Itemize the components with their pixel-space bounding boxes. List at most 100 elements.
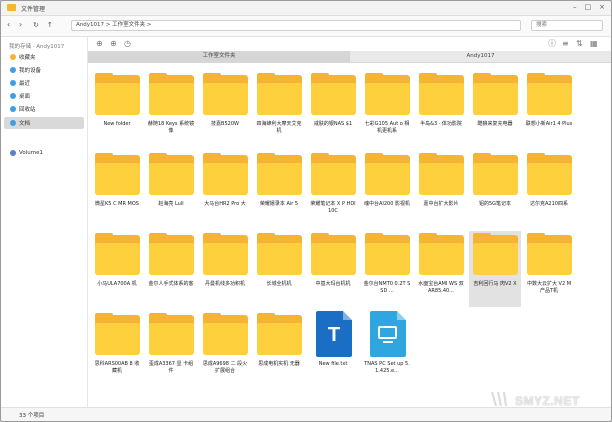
folder-item[interactable]: 思成A9698 二 段火扩展组合 xyxy=(199,311,251,387)
folder-item[interactable]: 中基大玛台机机 xyxy=(307,231,359,307)
disk-icon xyxy=(10,150,16,156)
sidebar-item-documents[interactable]: 文档 xyxy=(4,117,84,129)
folder-item[interactable]: 小马ULA700A 机 xyxy=(91,231,143,307)
file-name-label: 思成A9698 二 段火扩展组合 xyxy=(202,361,248,374)
sidebar-item-favorites[interactable]: 收藏夹 xyxy=(4,51,84,63)
file-name-label: 赵海亮 Lull xyxy=(158,201,184,207)
folder-item[interactable]: 咸肤的银NAS $1 xyxy=(307,71,359,147)
file-name-label: 酷狼来复充电器 xyxy=(477,121,513,127)
favorites-icon xyxy=(10,54,16,60)
folder-item[interactable]: 金尔人手式体系的客 xyxy=(145,231,197,307)
clock-icon[interactable]: ◷ xyxy=(124,39,131,49)
refresh-icon[interactable]: ↻ xyxy=(33,20,39,30)
folder-item[interactable]: 吉利回行马 肉V2 X xyxy=(469,231,521,307)
sidebar-item-label: Volume1 xyxy=(19,150,43,156)
folder-icon xyxy=(95,153,140,195)
tab-andy1017[interactable]: Andy1017 xyxy=(350,51,611,62)
folder-item[interactable]: 长城全机机 xyxy=(253,231,305,307)
folder-icon xyxy=(95,233,140,275)
add-icon[interactable]: ⊕ xyxy=(96,39,103,49)
sidebar-item-label: 回收站 xyxy=(19,107,36,113)
folder-item[interactable]: 铝的5G笔记本 xyxy=(469,151,521,227)
file-item[interactable]: TNAS PC Set up 5.1.425.e... xyxy=(361,311,413,387)
folder-item[interactable]: 技嘉B520W xyxy=(199,71,251,147)
file-name-label: 技嘉B520W xyxy=(211,121,239,127)
file-name-label: TNAS PC Set up 5.1.425.e... xyxy=(364,361,410,374)
folder-icon xyxy=(203,313,248,355)
sidebar-item-label: 最近 xyxy=(19,81,31,87)
folder-icon xyxy=(527,233,572,275)
folder-item[interactable]: 思成电机实机 无器 xyxy=(253,311,305,387)
desktop-icon xyxy=(10,93,16,99)
sort-icon[interactable]: ⇅ xyxy=(576,39,583,49)
up-arrow-icon[interactable]: ↑ xyxy=(47,20,53,30)
folder-item[interactable]: New folder xyxy=(91,71,143,147)
folder-icon xyxy=(257,233,302,275)
file-name-label: 赫随18 Keys 系统镜像 xyxy=(147,121,195,134)
sidebar-item-label: 文档 xyxy=(19,121,31,127)
folder-item[interactable]: 半岛&3 · 体功影院 xyxy=(415,71,467,147)
folder-icon xyxy=(203,233,248,275)
folder-icon xyxy=(419,73,464,115)
folder-item[interactable]: 七彩G105 Aut o 相机更机系 xyxy=(361,71,413,147)
maximize-icon[interactable]: □ xyxy=(585,4,592,11)
sidebar-item-my-device[interactable]: 我的设备 xyxy=(4,64,84,76)
sidebar-item-desktop[interactable]: 桌面 xyxy=(4,90,84,102)
folder-item[interactable]: 大马台HR2 Pro 大 xyxy=(199,151,251,227)
file-name-label: 魂中台AI200 影视机 xyxy=(363,201,411,207)
folder-item[interactable]: 中数大云扩大 V2 M产品T机 xyxy=(523,231,575,307)
folder-item[interactable]: 金尔台NMT0 0.2T SSD ... xyxy=(361,231,413,307)
sidebar-item-recent[interactable]: 最近 xyxy=(4,77,84,89)
file-name-label: 四海蜂利大摩天艾克机 xyxy=(256,121,302,134)
folder-item[interactable]: 歪成A3367 显 卡组件 xyxy=(145,311,197,387)
folder-item[interactable]: 荣耀嬉录本 Air 5 xyxy=(253,151,305,227)
back-arrow-icon[interactable]: ‹ xyxy=(7,20,10,30)
folder-app-icon xyxy=(7,4,16,11)
folder-icon xyxy=(95,313,140,355)
tab-studio-folder[interactable]: 工作室文件夹 xyxy=(88,51,350,62)
folder-icon xyxy=(149,233,194,275)
folder-item[interactable]: 赫随18 Keys 系统镜像 xyxy=(145,71,197,147)
close-icon[interactable]: × xyxy=(599,4,605,11)
folder-item[interactable]: 酷狼来复充电器 xyxy=(469,71,521,147)
folder-item[interactable]: 达尔克A210四系 xyxy=(523,151,575,227)
folder-item[interactable]: 四海蜂利大摩天艾克机 xyxy=(253,71,305,147)
window-title: 文件管理 xyxy=(21,6,46,13)
file-name-label: 荣耀嬉录本 Air 5 xyxy=(259,201,299,207)
filter-icon[interactable]: ≡ xyxy=(562,39,569,49)
folder-icon xyxy=(149,153,194,195)
folder-icon xyxy=(257,73,302,115)
file-grid: New folder 赫随18 Keys 系统镜像 技嘉B520W 四海蜂利大摩天艾克… xyxy=(88,63,611,407)
file-name-label: 荣耀笔记本 X P HDI10C xyxy=(310,201,356,214)
folder-item[interactable]: 联想小新Air1 4 Plus xyxy=(523,71,575,147)
search-input[interactable]: 搜索 xyxy=(531,20,603,31)
folder-icon xyxy=(473,233,518,275)
watermark: SMYZ.NET xyxy=(489,389,607,409)
folder-item[interactable]: 荣耀笔记本 X P HDI10C xyxy=(307,151,359,227)
folder-item[interactable]: 丹曼机线多功积机 xyxy=(199,231,251,307)
folder-icon xyxy=(527,153,572,195)
breadcrumb[interactable]: Andy1017 > 工作室文件夹 > xyxy=(71,20,521,31)
upload-icon[interactable]: ⊕ xyxy=(110,39,117,49)
folder-icon xyxy=(311,73,356,115)
file-name-label: 金尔台NMT0 0.2T SSD ... xyxy=(363,281,411,294)
sidebar-item-volume1[interactable]: Volume1 xyxy=(4,147,84,159)
folder-item[interactable]: 思科ARS00AB 8 收藏机 xyxy=(91,311,143,387)
file-name-label: 大马台HR2 Pro 大 xyxy=(204,201,246,207)
folder-icon xyxy=(473,153,518,195)
folder-item[interactable]: 赵海亮 Lull xyxy=(145,151,197,227)
sidebar-item-recycle-bin[interactable]: 回收站 xyxy=(4,103,84,115)
info-icon[interactable]: ⓘ xyxy=(548,39,556,49)
forward-arrow-icon[interactable]: › xyxy=(19,20,22,30)
folder-item[interactable]: 魂中台AI200 影视机 xyxy=(361,151,413,227)
folder-item[interactable]: 嘉中台扩大影片 xyxy=(415,151,467,227)
file-item[interactable]: T New file.txt xyxy=(307,311,359,387)
toolbar: ⊕ ⊕ ◷ ⓘ ≡ ⇅ ▦ xyxy=(88,37,611,51)
grid-view-icon[interactable]: ▦ xyxy=(590,39,598,49)
folder-icon xyxy=(95,73,140,115)
file-name-label: 联想小新Air1 4 Plus xyxy=(525,121,573,127)
folder-item[interactable]: 水面宝台AMI WS 双AR85.40... xyxy=(415,231,467,307)
minimize-icon[interactable]: – xyxy=(573,4,577,11)
folder-item[interactable]: 微星K5 C MR MOS xyxy=(91,151,143,227)
file-name-label: 歪成A3367 显 卡组件 xyxy=(148,361,194,374)
